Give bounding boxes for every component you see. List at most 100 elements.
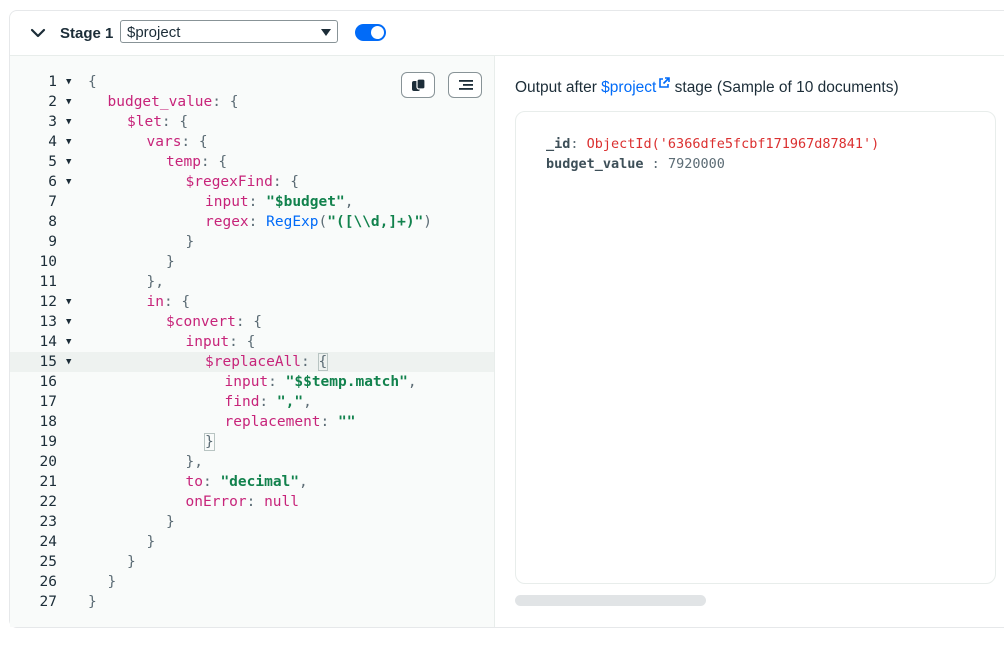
code-line[interactable]: 8 regex: RegExp("([\\d,]+)") (10, 212, 494, 232)
line-number: 1 (48, 74, 57, 90)
code-line[interactable]: 21 to: "decimal", (10, 472, 494, 492)
code-token: { (88, 74, 97, 90)
copy-icon (412, 78, 426, 91)
code-line[interactable]: 25} (10, 552, 494, 572)
code-token: $convert (166, 314, 236, 330)
fold-toggle-icon[interactable]: ▼ (66, 312, 71, 332)
code-token: $replaceAll (205, 354, 302, 370)
code-token: : (246, 494, 265, 510)
fold-toggle-icon[interactable]: ▼ (66, 112, 71, 132)
code-token: : { (229, 334, 256, 350)
code-line[interactable]: 24} (10, 532, 494, 552)
code-line[interactable]: 20}, (10, 452, 494, 472)
code-line[interactable]: 5 ▼ temp: { (10, 152, 494, 172)
code-token: : { (272, 174, 300, 190)
fold-toggle-icon[interactable]: ▼ (66, 172, 71, 192)
format-button[interactable] (448, 72, 482, 98)
code-token: } (185, 234, 195, 250)
code-line[interactable]: 18 replacement: "" (10, 412, 494, 432)
code-line[interactable]: 3 ▼ $let: { (10, 112, 494, 132)
code-lines: 1 ▼{2 ▼ budget_value: {3 ▼ $let: {4 ▼ vars: {5 ▼… (10, 72, 494, 612)
output-prefix: Output after (515, 79, 602, 96)
code-line[interactable]: 23} (10, 512, 494, 532)
code-line[interactable]: 17 find: ",", (10, 392, 494, 412)
code-token: : (259, 394, 277, 410)
line-number: 26 (39, 574, 57, 590)
horizontal-scrollbar[interactable] (515, 595, 706, 606)
stage-operator-select[interactable]: $project (120, 20, 338, 43)
operator-docs-link[interactable]: $project (601, 79, 656, 96)
line-number: 9 (48, 234, 57, 250)
code-token: input (224, 374, 269, 390)
code-line[interactable]: 16 input: "$$temp.match", (10, 372, 494, 392)
code-text: $regexFind: { (186, 172, 300, 192)
code-line[interactable]: 19} (10, 432, 494, 452)
code-text: onError: null (186, 492, 300, 512)
code-line[interactable]: 27} (10, 592, 494, 612)
fold-toggle-icon[interactable]: ▼ (66, 152, 71, 172)
line-number: 23 (39, 514, 57, 530)
line-number: 10 (39, 254, 57, 270)
code-line[interactable]: 10} (10, 252, 494, 272)
fold-toggle-icon[interactable]: ▼ (66, 332, 71, 352)
stage-enabled-toggle[interactable] (355, 24, 386, 41)
stage-operator-value: $project (127, 24, 181, 41)
fold-toggle-icon[interactable]: ▼ (66, 352, 71, 372)
code-text: }, (147, 272, 164, 292)
code-token: : (301, 354, 319, 370)
code-token: , (344, 194, 354, 210)
code-token: "$$temp.match" (285, 374, 408, 390)
code-line[interactable]: 22 onError: null (10, 492, 494, 512)
fold-toggle-icon[interactable]: ▼ (66, 72, 71, 92)
code-line[interactable]: 26} (10, 572, 494, 592)
fold-toggle-icon[interactable]: ▼ (66, 132, 71, 152)
line-number: 20 (39, 454, 57, 470)
code-line[interactable]: 12 ▼ in: { (10, 292, 494, 312)
code-line[interactable]: 6 ▼ $regexFind: { (10, 172, 494, 192)
code-token: ( (318, 214, 328, 230)
code-line[interactable]: 13 ▼ $convert: { (10, 312, 494, 332)
code-token: : (248, 214, 267, 230)
code-text: } (147, 532, 156, 552)
code-token: : { (181, 134, 208, 150)
code-line[interactable]: 4 ▼ vars: { (10, 132, 494, 152)
copy-button[interactable] (401, 72, 435, 98)
code-text: budget_value: { (108, 92, 239, 112)
code-token: : { (163, 294, 191, 310)
external-link-icon[interactable] (658, 77, 671, 89)
code-token: : { (200, 154, 228, 170)
code-line[interactable]: 14 ▼ input: { (10, 332, 494, 352)
code-token: } (166, 514, 175, 530)
line-number: 18 (39, 414, 57, 430)
field-key: _id (546, 136, 571, 152)
code-line[interactable]: 15 ▼ $replaceAll: { (10, 352, 494, 372)
code-token: in (146, 294, 164, 310)
code-line[interactable]: 9} (10, 232, 494, 252)
code-token: "," (276, 394, 304, 410)
line-number: 21 (39, 474, 57, 490)
document-field-id: _id: ObjectId('6366dfe5fcbf171967d87841'… (546, 136, 880, 152)
code-token: { (317, 353, 329, 371)
chevron-down-icon[interactable] (30, 25, 46, 41)
code-token: } (204, 433, 215, 451)
code-text: find: ",", (225, 392, 312, 412)
code-token: onError (185, 494, 247, 510)
line-number: 12 (39, 294, 57, 310)
stage-header: Stage 1 $project (10, 11, 1004, 56)
code-token: null (264, 494, 299, 510)
line-number: 19 (39, 434, 57, 450)
line-number: 17 (39, 394, 57, 410)
code-token: : { (212, 94, 239, 110)
code-text: } (166, 252, 175, 272)
stage-title: Stage 1 (60, 25, 114, 42)
code-editor[interactable]: 1 ▼{2 ▼ budget_value: {3 ▼ $let: {4 ▼ vars: {5 ▼… (10, 56, 495, 627)
code-text: } (88, 592, 97, 612)
code-line[interactable]: 7 input: "$budget", (10, 192, 494, 212)
code-line[interactable]: 11}, (10, 272, 494, 292)
line-number: 27 (39, 594, 57, 610)
code-token: temp (166, 154, 201, 170)
fold-toggle-icon[interactable]: ▼ (66, 292, 71, 312)
fold-toggle-icon[interactable]: ▼ (66, 92, 71, 112)
code-token: "([\\d,]+)" (327, 214, 424, 230)
code-token: : (320, 414, 338, 430)
